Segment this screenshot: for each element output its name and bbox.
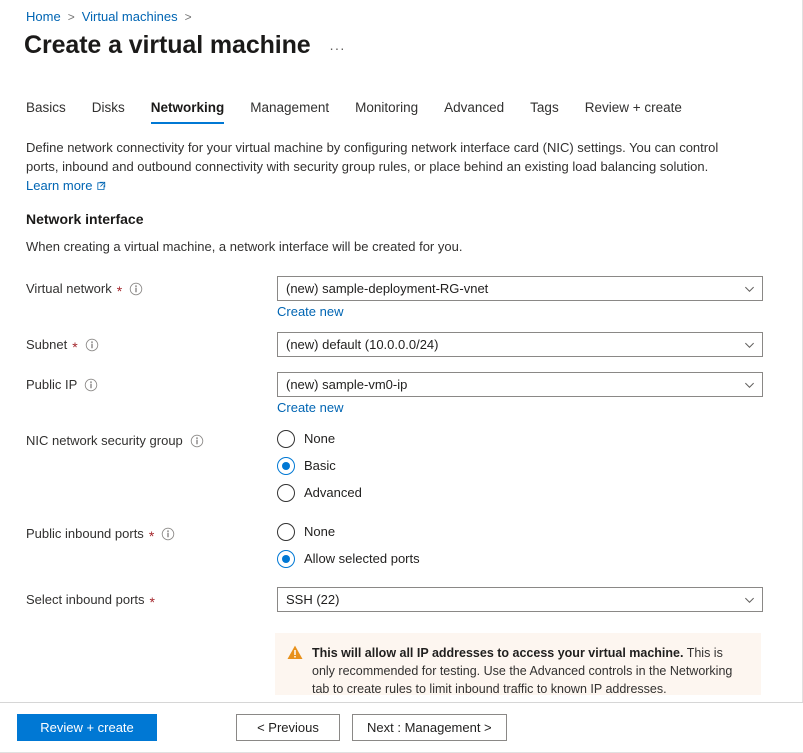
label-nic-nsg: NIC network security group [26, 433, 204, 448]
create-new-virtual-network-link[interactable]: Create new [277, 304, 343, 319]
review-create-button[interactable]: Review + create [17, 714, 157, 741]
breadcrumb: Home > Virtual machines > [26, 9, 192, 24]
subnet-select[interactable]: (new) default (10.0.0.0/24) [277, 332, 763, 357]
warning-text-bold: This will allow all IP addresses to acce… [312, 646, 683, 660]
next-management-button[interactable]: Next : Management > [352, 714, 507, 741]
more-options-icon[interactable]: ... [327, 35, 349, 55]
label-nic-nsg-text: NIC network security group [26, 433, 183, 448]
tab-advanced[interactable]: Advanced [431, 96, 517, 124]
radio-public-inbound-ports-none[interactable]: None [277, 518, 420, 545]
radio-circle-icon [277, 484, 295, 502]
required-indicator: * [117, 286, 122, 296]
field-subnet: (new) default (10.0.0.0/24) [277, 332, 763, 357]
tab-monitoring[interactable]: Monitoring [342, 96, 431, 124]
required-indicator: * [72, 342, 77, 352]
required-indicator: * [149, 531, 154, 541]
breadcrumb-item-home[interactable]: Home [26, 9, 61, 24]
chevron-down-icon [744, 339, 755, 350]
info-icon[interactable] [161, 527, 175, 541]
learn-more-label: Learn more [26, 176, 92, 195]
section-subtitle: When creating a virtual machine, a netwo… [26, 239, 462, 254]
breadcrumb-item-virtual-machines[interactable]: Virtual machines [82, 9, 178, 24]
label-public-inbound-ports-text: Public inbound ports [26, 526, 144, 541]
tab-disks[interactable]: Disks [79, 96, 138, 124]
radio-circle-icon [277, 430, 295, 448]
breadcrumb-separator-icon-2: > [185, 10, 192, 24]
public-ip-value: (new) sample-vm0-ip [286, 377, 407, 392]
learn-more-link[interactable]: Learn more [26, 176, 106, 195]
label-subnet-text: Subnet [26, 337, 67, 352]
page-title: Create a virtual machine [24, 31, 311, 60]
chevron-down-icon [744, 594, 755, 605]
required-indicator: * [150, 597, 155, 607]
section-title-network-interface: Network interface [26, 211, 143, 227]
previous-button[interactable]: < Previous [236, 714, 340, 741]
create-vm-blade: Home > Virtual machines > Create a virtu… [0, 0, 803, 753]
info-icon[interactable] [85, 338, 99, 352]
public-ip-select[interactable]: (new) sample-vm0-ip [277, 372, 763, 397]
radio-nic-nsg-basic[interactable]: Basic [277, 452, 362, 479]
label-select-inbound-ports: Select inbound ports * [26, 592, 155, 607]
radio-group-nic-nsg: None Basic Advanced [277, 425, 362, 506]
label-public-ip-text: Public IP [26, 377, 77, 392]
radio-label: Allow selected ports [304, 551, 420, 566]
title-row: Create a virtual machine ... [24, 31, 349, 60]
tab-bar: Basics Disks Networking Management Monit… [24, 96, 695, 124]
radio-circle-selected-icon [277, 550, 295, 568]
info-icon[interactable] [190, 434, 204, 448]
radio-group-public-inbound-ports: None Allow selected ports [277, 518, 420, 572]
label-select-inbound-ports-text: Select inbound ports [26, 592, 145, 607]
label-subnet: Subnet * [26, 337, 99, 352]
label-public-ip: Public IP [26, 377, 98, 392]
radio-nic-nsg-advanced[interactable]: Advanced [277, 479, 362, 506]
info-icon[interactable] [84, 378, 98, 392]
tab-tags[interactable]: Tags [517, 96, 572, 124]
info-icon[interactable] [129, 282, 143, 296]
field-select-inbound-ports: SSH (22) [277, 587, 763, 612]
breadcrumb-separator-icon: > [68, 10, 75, 24]
warning-banner: This will allow all IP addresses to acce… [275, 633, 761, 695]
virtual-network-select[interactable]: (new) sample-deployment-RG-vnet [277, 276, 763, 301]
intro-description: Define network connectivity for your vir… [26, 140, 718, 174]
tab-networking[interactable]: Networking [138, 96, 238, 124]
radio-label: None [304, 431, 335, 446]
tab-basics[interactable]: Basics [24, 96, 79, 124]
create-new-public-ip-link[interactable]: Create new [277, 400, 343, 415]
radio-nic-nsg-none[interactable]: None [277, 425, 362, 452]
radio-label: Advanced [304, 485, 362, 500]
external-link-icon [96, 181, 106, 191]
label-virtual-network: Virtual network * [26, 281, 143, 296]
footer-bar: Review + create < Previous Next : Manage… [0, 702, 803, 752]
chevron-down-icon [744, 379, 755, 390]
radio-label: None [304, 524, 335, 539]
radio-label: Basic [304, 458, 336, 473]
subnet-value: (new) default (10.0.0.0/24) [286, 337, 438, 352]
warning-triangle-icon [287, 645, 303, 660]
radio-circle-icon [277, 523, 295, 541]
virtual-network-value: (new) sample-deployment-RG-vnet [286, 281, 488, 296]
radio-public-inbound-ports-allow-selected[interactable]: Allow selected ports [277, 545, 420, 572]
field-virtual-network: (new) sample-deployment-RG-vnet Create n… [277, 276, 763, 321]
tab-management[interactable]: Management [237, 96, 342, 124]
label-virtual-network-text: Virtual network [26, 281, 112, 296]
label-public-inbound-ports: Public inbound ports * [26, 526, 175, 541]
intro-text: Define network connectivity for your vir… [26, 138, 738, 195]
select-inbound-ports-select[interactable]: SSH (22) [277, 587, 763, 612]
radio-circle-selected-icon [277, 457, 295, 475]
tab-review-create[interactable]: Review + create [572, 96, 695, 124]
warning-text: This will allow all IP addresses to acce… [312, 644, 747, 695]
select-inbound-ports-value: SSH (22) [286, 592, 339, 607]
chevron-down-icon [744, 283, 755, 294]
field-public-ip: (new) sample-vm0-ip Create new [277, 372, 763, 417]
